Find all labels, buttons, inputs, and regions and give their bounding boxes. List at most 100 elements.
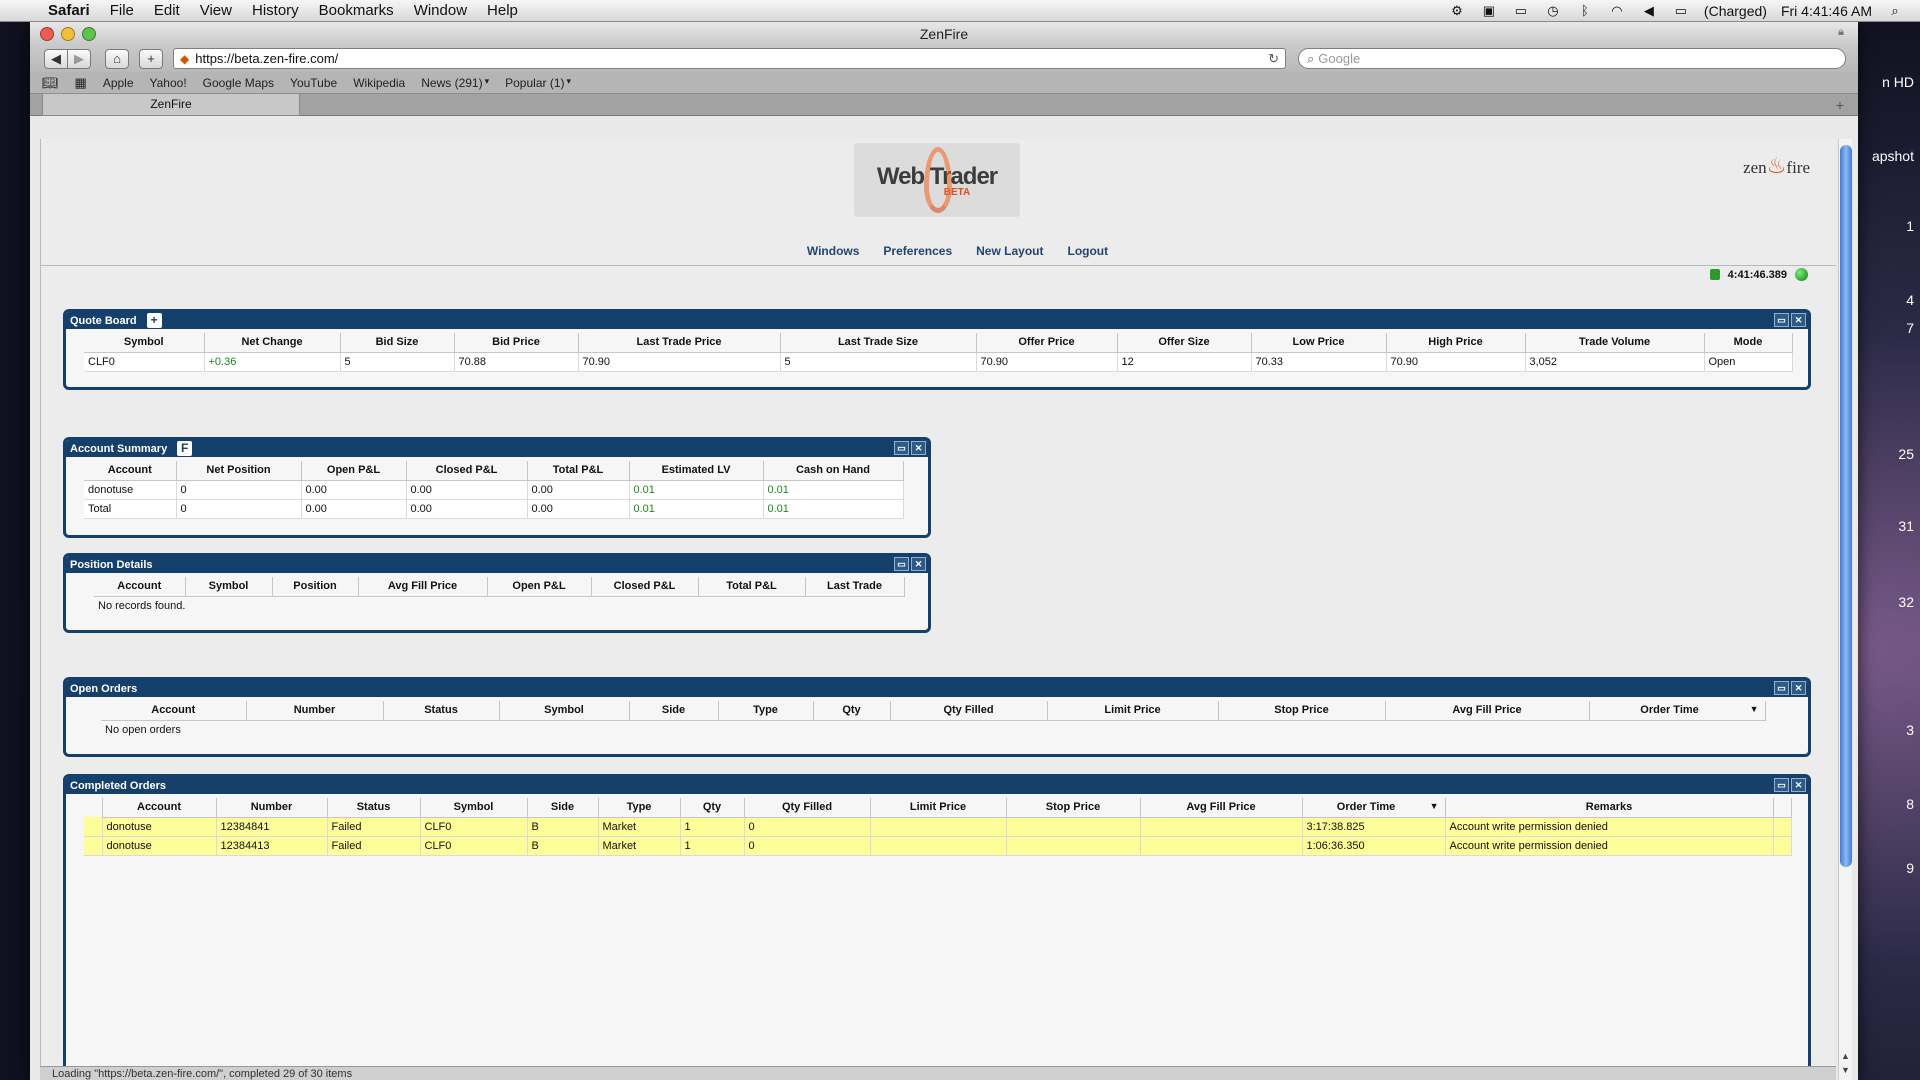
table-row[interactable]: donotuse 12384413 Failed CLF0 B Market 1 0 1:06:… (84, 836, 1792, 856)
maximize-icon[interactable]: ▭ (1774, 778, 1789, 792)
close-icon[interactable]: ✕ (911, 557, 926, 571)
forward-button[interactable]: ▶ (67, 48, 91, 69)
column-header[interactable]: Status (383, 701, 500, 721)
column-header[interactable]: Avg Fill Price (1385, 701, 1590, 721)
bookmark-item[interactable]: Apple (103, 76, 134, 90)
sort-desc-icon[interactable]: ▼ (1430, 801, 1439, 811)
table-row[interactable]: CLF0 +0.36 5 70.88 70.90 5 70.90 12 70.33 70.90 3,… (84, 352, 1793, 372)
home-button[interactable]: ⌂ (105, 48, 129, 69)
column-header[interactable]: Account (102, 798, 217, 818)
menu-app[interactable]: Safari (38, 2, 100, 19)
column-header[interactable]: Type (598, 798, 681, 818)
close-icon[interactable]: ✕ (911, 441, 926, 455)
column-header[interactable]: Number (246, 701, 384, 721)
close-icon[interactable]: ✕ (1791, 313, 1806, 327)
column-header[interactable]: Account (84, 461, 177, 481)
menu-help[interactable]: Help (477, 2, 528, 19)
bookmark-item[interactable]: Wikipedia (353, 76, 405, 90)
column-header[interactable]: Bid Size (340, 333, 455, 353)
column-header[interactable]: Limit Price (870, 798, 1007, 818)
bookmark-item[interactable]: News (291) (421, 76, 482, 90)
column-header[interactable]: Symbol (420, 798, 528, 818)
address-bar[interactable]: ◆ https://beta.zen-fire.com/ ↻ (173, 48, 1286, 69)
column-header[interactable]: Last Trade (805, 577, 905, 597)
column-header[interactable]: Stop Price (1218, 701, 1386, 721)
nav-logout[interactable]: Logout (1067, 244, 1108, 258)
column-header[interactable]: Low Price (1251, 333, 1387, 353)
column-header[interactable]: Net Change (204, 333, 341, 353)
column-header[interactable]: Offer Size (1117, 333, 1252, 353)
close-icon[interactable]: ✕ (1791, 778, 1806, 792)
column-header[interactable]: Net Position (176, 461, 302, 481)
volume-icon[interactable]: ◀ (1640, 3, 1658, 18)
battery-icon[interactable]: ▭ (1672, 3, 1690, 18)
column-header[interactable]: Position (272, 577, 359, 597)
column-header[interactable]: Closed P&L (406, 461, 528, 481)
menu-file[interactable]: File (100, 2, 144, 19)
column-header[interactable]: Qty (813, 701, 891, 721)
nav-preferences[interactable]: Preferences (883, 244, 952, 258)
column-header[interactable]: Total P&L (527, 461, 630, 481)
menu-edit[interactable]: Edit (144, 2, 190, 19)
tab-zenfire[interactable]: ZenFire (42, 94, 300, 116)
bookmark-item[interactable]: Google Maps (203, 76, 274, 90)
column-header[interactable]: Avg Fill Price (1140, 798, 1303, 818)
maximize-icon[interactable]: ▭ (1774, 681, 1789, 695)
display-icon[interactable]: ▭ (1512, 3, 1530, 18)
column-header[interactable]: Symbol (499, 701, 630, 721)
column-header[interactable]: Account (101, 701, 247, 721)
menu-view[interactable]: View (190, 2, 242, 19)
menu-bookmarks[interactable]: Bookmarks (309, 2, 404, 19)
column-header[interactable]: Stop Price (1006, 798, 1141, 818)
close-icon[interactable]: ✕ (1791, 681, 1806, 695)
column-header[interactable]: Order Time ▼ (1589, 701, 1766, 721)
gear-icon[interactable]: ⚙ (1448, 3, 1466, 18)
column-header[interactable]: Bid Price (454, 333, 579, 353)
add-symbol-button[interactable]: + (146, 313, 162, 328)
add-bookmark-button[interactable]: + (139, 48, 163, 69)
column-header[interactable]: Side (629, 701, 719, 721)
column-header[interactable]: Qty Filled (744, 798, 871, 818)
filter-button[interactable]: F (177, 441, 193, 456)
top-sites-icon[interactable]: ▦ (75, 75, 87, 91)
column-header[interactable]: Open P&L (301, 461, 407, 481)
column-header[interactable]: Avg Fill Price (358, 577, 488, 597)
menu-history[interactable]: History (242, 2, 309, 19)
maximize-icon[interactable]: ▭ (894, 441, 909, 455)
back-button[interactable]: ◀ (44, 48, 68, 69)
reading-list-icon[interactable]: 📖︎ (42, 75, 59, 91)
menubar-clock[interactable]: Fri 4:41:46 AM (1781, 3, 1872, 19)
table-row[interactable]: donotuse 12384841 Failed CLF0 B Market 1 0 3:17:… (84, 817, 1792, 837)
table-row[interactable]: Total 0 0.00 0.00 0.00 0.01 0.01 (84, 499, 904, 519)
column-header[interactable]: Qty Filled (890, 701, 1048, 721)
time-machine-icon[interactable]: ◷ (1544, 3, 1562, 18)
column-header[interactable]: Mode (1704, 333, 1793, 353)
table-row[interactable]: donotuse 0 0.00 0.00 0.00 0.01 0.01 (84, 480, 904, 500)
column-header[interactable]: Open P&L (487, 577, 592, 597)
column-header[interactable]: Limit Price (1047, 701, 1219, 721)
bluetooth-icon[interactable]: ᛒ (1576, 3, 1594, 18)
nav-windows[interactable]: Windows (807, 244, 860, 258)
column-header[interactable]: Remarks (1445, 798, 1774, 818)
app-status-icon[interactable]: ▣ (1480, 3, 1498, 18)
search-field[interactable]: ⌕ Google (1298, 48, 1846, 69)
column-header[interactable]: Trade Volume (1525, 333, 1705, 353)
nav-new-layout[interactable]: New Layout (976, 244, 1043, 258)
bookmark-item[interactable]: YouTube (290, 76, 337, 90)
column-header[interactable]: Order Time ▼ (1302, 798, 1446, 818)
reload-icon[interactable]: ↻ (1268, 51, 1279, 67)
bookmark-item[interactable]: Popular (1) (505, 76, 564, 90)
menu-window[interactable]: Window (404, 2, 477, 19)
column-header[interactable]: Qty (680, 798, 745, 818)
column-header[interactable]: Closed P&L (591, 577, 699, 597)
column-header[interactable]: Side (527, 798, 599, 818)
column-header[interactable]: Status (327, 798, 421, 818)
column-header[interactable]: Offer Price (976, 333, 1118, 353)
column-header[interactable]: Last Trade Price (578, 333, 781, 353)
scroll-up-icon[interactable]: ▲ (1841, 1051, 1850, 1061)
maximize-icon[interactable]: ▭ (894, 557, 909, 571)
column-header[interactable]: Last Trade Size (780, 333, 977, 353)
wifi-icon[interactable]: ◠ (1608, 3, 1626, 18)
sort-desc-icon[interactable]: ▼ (1750, 704, 1759, 714)
maximize-icon[interactable]: ▭ (1774, 313, 1789, 327)
